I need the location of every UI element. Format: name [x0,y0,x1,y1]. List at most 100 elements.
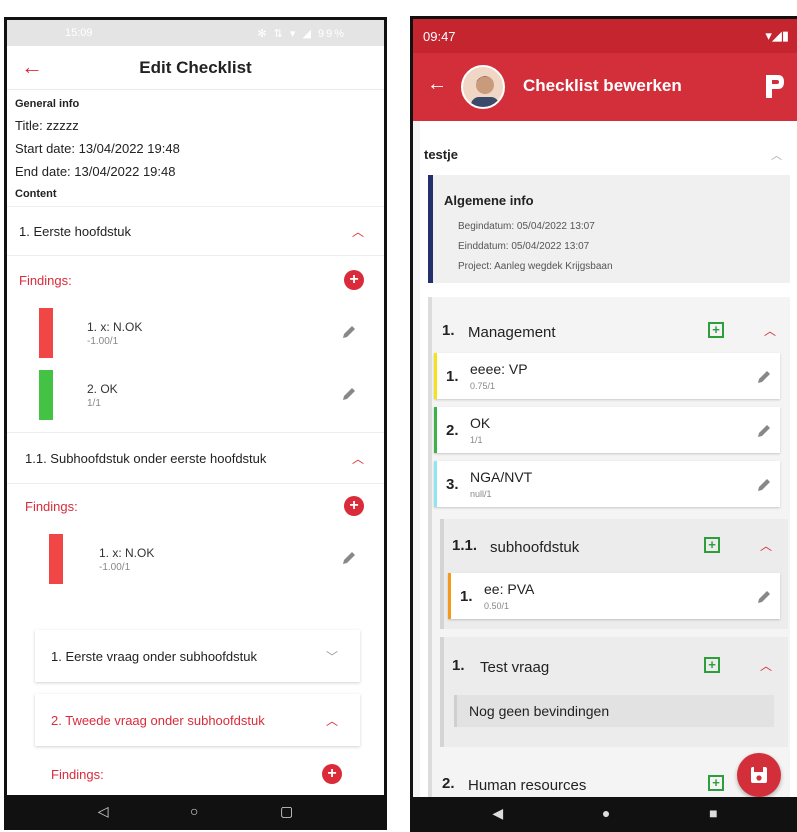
question-number: 3. [446,476,459,493]
add-finding-icon[interactable]: + [704,657,720,673]
page-title: Edit Checklist [139,57,252,77]
add-question-icon[interactable]: + [708,775,724,791]
question-card[interactable]: 3. NGA/NVT null/1 [434,461,780,507]
left-phone: 15:09 ✻ ⇅ ▾ ◢ 99% ← Edit Checklist Gener… [4,17,387,830]
subchapter-row[interactable]: 1.1. Subhoofdstuk onder eerste hoofdstuk… [7,432,384,484]
section-title: Human resources [468,777,587,794]
finding-status-bar [49,534,63,584]
system-nav-bar: ◁ ○ ▢ [7,795,384,827]
status-icons: ✻ ⇅ ▾ ◢ 99% [257,27,346,40]
end-date: End date: 13/04/2022 19:48 [15,164,176,179]
findings-row: Findings: + [19,270,364,290]
nav-back-icon[interactable]: ◀ [492,805,503,822]
avatar[interactable] [461,65,505,109]
add-question-icon[interactable]: + [708,322,724,338]
chevron-up-icon[interactable]: ︿ [760,657,772,674]
question-title: NGA/NVT [470,469,533,485]
subsection-panel: 1.1. subhoofdstuk + ︿ 1. ee: PVA 0.50/1 [440,519,788,629]
section-title: Management [468,324,556,341]
question-title: OK [470,415,491,431]
finding-item: 1. x: N.OK -1.00/1 [7,532,384,604]
pencil-icon[interactable] [341,386,357,402]
section-panel: 1. Management + ︿ 1. eeee: VP 0.75/1 2. [428,297,790,829]
content-heading: Content [15,188,57,200]
finding-title: 1. x: N.OK [99,546,155,560]
chevron-up-icon[interactable]: ︿ [764,322,776,339]
nav-home-icon[interactable]: ○ [190,803,198,819]
status-icons: ▾◢▮ [765,28,789,43]
finding-title: 2. OK [87,382,118,396]
nav-back-icon[interactable]: ◁ [98,803,109,820]
page-title: Checklist bewerken [523,76,682,95]
pencil-icon[interactable] [756,589,772,605]
back-arrow-icon[interactable]: ← [427,73,447,96]
subchapter-label: 1.1. Subhoofdstuk onder eerste hoofdstuk [25,450,267,466]
section-number: 1. [442,322,455,339]
nav-recents-icon[interactable]: ■ [709,805,717,821]
status-bar: 15:09 ✻ ⇅ ▾ ◢ 99% [7,20,384,46]
no-findings-box: Nog geen bevindingen [454,695,774,727]
finding-item: 2. OK 1/1 [7,366,384,428]
chapter-row[interactable]: 1. Eerste hoofdstuk ︿ [7,206,384,256]
question-title: ee: PVA [484,581,535,597]
finding-status-bar [39,370,53,420]
no-findings-text: Nog geen bevindingen [469,703,610,719]
question-card[interactable]: 1. eeee: VP 0.75/1 [434,353,780,399]
chevron-down-icon[interactable]: ﹀ [326,648,338,665]
general-info-panel: Algemene info Begindatum: 05/04/2022 13:… [428,175,790,283]
question-score: 1/1 [470,435,483,445]
content-area: testje ︿ Algemene info Begindatum: 05/04… [413,121,797,829]
pencil-icon[interactable] [756,477,772,493]
back-arrow-icon[interactable]: ← [21,54,43,80]
finding-item: 1. x: N.OK -1.00/1 [7,304,384,366]
finding-score: -1.00/1 [87,336,119,347]
question-score: 0.50/1 [484,601,510,611]
chevron-up-icon[interactable]: ︿ [326,712,338,729]
save-button[interactable] [737,753,781,797]
section-number: 2. [442,775,455,792]
question-number: 1. [460,588,473,605]
general-info-heading: General info [15,98,80,110]
findings-label: Findings: [19,272,72,288]
question-card[interactable]: 2. OK 1/1 [434,407,780,453]
begin-date: Begindatum: 05/04/2022 13:07 [458,221,595,232]
finding-title: 1. x: N.OK [87,320,143,334]
brand-logo-icon [766,75,784,98]
pencil-icon[interactable] [756,423,772,439]
nav-home-icon[interactable]: ● [602,805,610,821]
start-date: Start date: 13/04/2022 19:48 [15,141,180,156]
findings-label: Findings: [25,498,78,514]
finding-score: 1/1 [87,398,101,409]
question-label: 2. Tweede vraag onder subhoofdstuk [51,712,265,728]
pencil-icon[interactable] [756,369,772,385]
add-finding-icon[interactable]: + [322,764,342,784]
chevron-up-icon[interactable]: ︿ [352,450,364,467]
question-row[interactable]: 2. Tweede vraag onder subhoofdstuk ︿ [35,694,360,746]
question-number: 2. [446,422,459,439]
save-icon [751,767,767,783]
question-row[interactable]: 1. Eerste vraag onder subhoofdstuk ﹀ [35,630,360,682]
add-finding-icon[interactable]: + [344,270,364,290]
subsection-title: subhoofdstuk [490,539,580,556]
subsection-number: 1.1. [452,537,478,554]
add-question-icon[interactable]: + [704,537,720,553]
project-name: Project: Aanleg wegdek Krijgsbaan [458,261,613,272]
chevron-up-icon[interactable]: ︿ [352,223,364,240]
question-title: eeee: VP [470,361,528,377]
finding-status-bar [39,308,53,358]
chevron-up-icon[interactable]: ︿ [760,537,772,554]
question-title: Test vraag [480,659,550,676]
question-card[interactable]: 1. ee: PVA 0.50/1 [448,573,780,619]
question-panel: 1. Test vraag + ︿ Nog geen bevindingen [440,637,788,747]
chevron-up-icon[interactable]: ︿ [771,147,782,163]
checklist-title: Title: zzzzz [15,118,79,133]
nav-recents-icon[interactable]: ▢ [280,803,293,820]
status-bar: 09:47 ▾◢▮ [413,19,797,53]
question-number: 1. [452,657,465,674]
screenshot-stage: 15:09 ✻ ⇅ ▾ ◢ 99% ← Edit Checklist Gener… [0,0,797,832]
add-finding-icon[interactable]: + [344,496,364,516]
right-phone: 09:47 ▾◢▮ ← Checklist bewerken testje ︿ … [410,16,797,832]
finding-score: -1.00/1 [99,562,131,573]
pencil-icon[interactable] [341,550,357,566]
pencil-icon[interactable] [341,324,357,340]
